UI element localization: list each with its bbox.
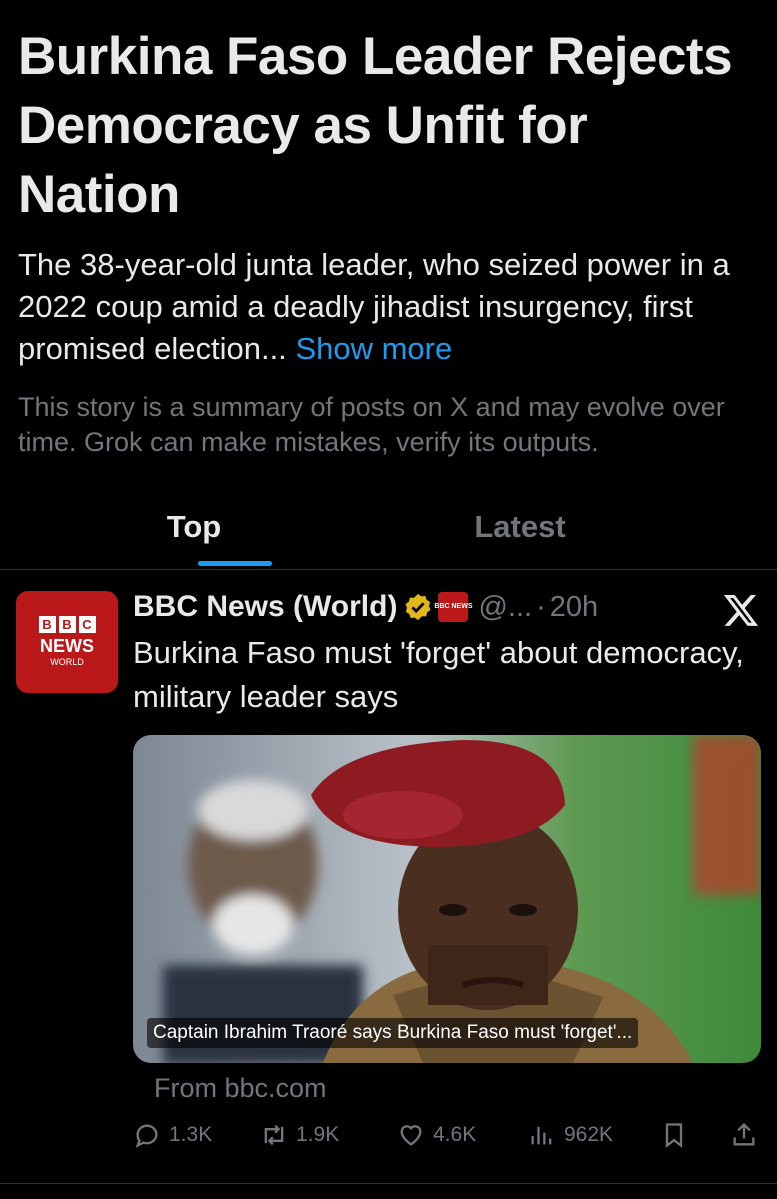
avatar-news-text: NEWS: [40, 636, 94, 656]
reply-count: 1.3K: [169, 1123, 213, 1146]
tab-top-label: Top: [166, 509, 222, 544]
repost-button[interactable]: 1.9K: [260, 1121, 339, 1149]
tab-latest[interactable]: Latest: [330, 495, 710, 570]
author-name[interactable]: BBC News (World): [133, 590, 397, 624]
post-divider: [0, 1183, 777, 1184]
reply-button[interactable]: 1.3K: [133, 1121, 212, 1149]
reply-icon: [135, 1124, 158, 1148]
post[interactable]: B B C NEWS WORLD BBC News (World) BBC NE…: [0, 571, 777, 1186]
media-card[interactable]: Captain Ibrahim Traoré says Burkina Faso…: [133, 735, 761, 1063]
share-button[interactable]: [730, 1121, 758, 1149]
show-more-link[interactable]: Show more: [295, 331, 452, 366]
bookmark-button[interactable]: [660, 1121, 688, 1149]
post-text: Burkina Faso must 'forget' about democra…: [133, 635, 744, 714]
avatar[interactable]: B B C NEWS WORLD: [16, 591, 118, 693]
post-time[interactable]: 20h: [550, 591, 598, 624]
bbc-block-c: C: [78, 616, 96, 633]
verified-icon: [405, 593, 431, 621]
post-header: BBC News (World) BBC NEWS @... · 20h: [133, 587, 733, 627]
affiliation-badge[interactable]: BBC NEWS: [434, 592, 473, 622]
like-icon: [400, 1125, 422, 1146]
active-tab-indicator: [198, 561, 272, 566]
link-source[interactable]: From bbc.com: [154, 1073, 327, 1104]
like-count: 4.6K: [433, 1123, 477, 1146]
grok-disclaimer: This story is a summary of posts on X an…: [18, 392, 725, 457]
views-icon: [531, 1126, 552, 1145]
x-logo-icon[interactable]: [722, 591, 760, 629]
story-summary: The 38-year-old junta leader, who seized…: [18, 244, 763, 370]
media-caption: Captain Ibrahim Traoré says Burkina Faso…: [147, 1018, 639, 1048]
page: Burkina Faso Leader Rejects Democracy as…: [0, 0, 777, 1199]
bbc-block-b2: B: [58, 616, 76, 633]
tab-bar: Top Latest: [0, 495, 777, 570]
action-bar: 1.3K 1.9K 4.6K 962K: [0, 1121, 777, 1161]
bbc-block-b1: B: [38, 616, 56, 633]
affiliation-badge-text: BBC NEWS: [434, 603, 473, 610]
repost-icon: [264, 1124, 284, 1146]
share-icon: [733, 1122, 755, 1146]
like-button[interactable]: 4.6K: [397, 1121, 476, 1149]
tab-latest-label: Latest: [474, 509, 566, 544]
story-headline: Burkina Faso Leader Rejects Democracy as…: [18, 27, 733, 224]
avatar-world-text: WORLD: [50, 657, 84, 667]
views-count: 962K: [564, 1123, 614, 1146]
bbc-logo: B B C: [38, 616, 96, 633]
author-handle[interactable]: @...: [478, 591, 532, 624]
views-button[interactable]: 962K: [528, 1121, 613, 1149]
news-photo: [133, 735, 761, 1063]
bookmark-icon: [665, 1123, 683, 1148]
repost-count: 1.9K: [296, 1123, 340, 1146]
header-separator: ·: [536, 590, 546, 623]
